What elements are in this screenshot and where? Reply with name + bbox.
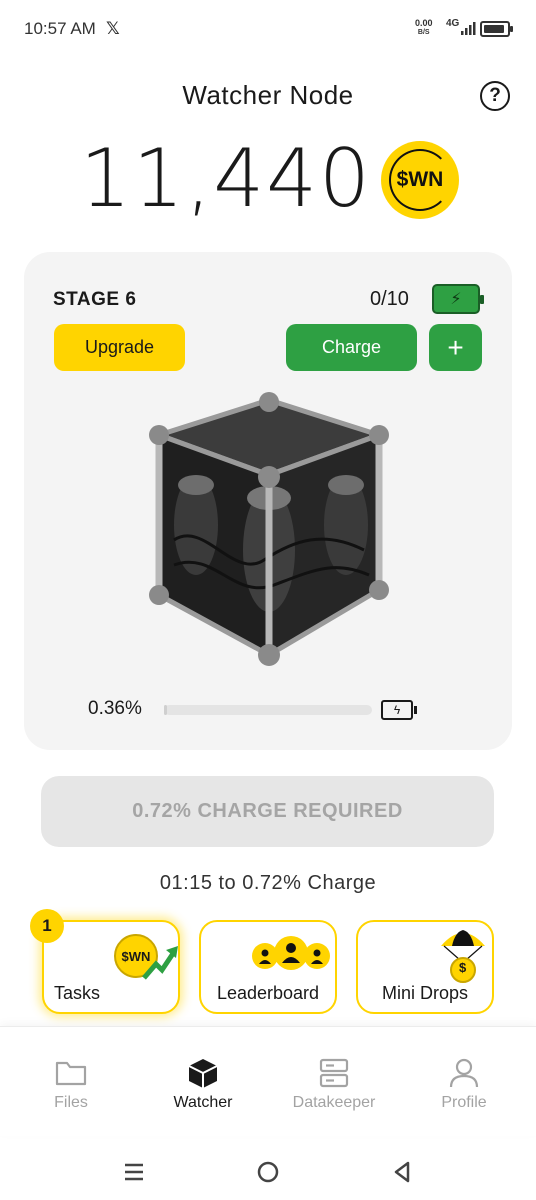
network-type: 4G bbox=[446, 18, 460, 29]
wn-coin-icon: $WN bbox=[381, 141, 459, 219]
x-app-icon: 𝕏 bbox=[106, 19, 120, 38]
battery-charging-icon: ⚡ bbox=[432, 284, 484, 314]
leaderboard-label: Leaderboard bbox=[216, 983, 320, 1003]
charge-required-button[interactable]: 0.72% CHARGE REQUIRED bbox=[41, 776, 494, 847]
status-bar: 10:57 AM 𝕏 0.00 B/S 4G bbox=[0, 0, 536, 60]
nav-item-files[interactable]: Files bbox=[4, 1027, 138, 1127]
mini-drop-coin-label: $ bbox=[459, 960, 467, 975]
network-speed-value: 0.00 bbox=[415, 18, 433, 28]
help-icon[interactable]: ? bbox=[480, 81, 510, 111]
cube-icon bbox=[188, 1059, 218, 1088]
nav-item-datakeeper[interactable]: Datakeeper bbox=[267, 1027, 401, 1127]
nav-label: Profile bbox=[441, 1094, 487, 1111]
status-time: 10:57 AM bbox=[24, 19, 96, 38]
nav-label: Datakeeper bbox=[292, 1094, 376, 1111]
home-icon[interactable] bbox=[254, 1158, 282, 1186]
progress-bar bbox=[164, 705, 372, 715]
parachute-coin-icon bbox=[441, 930, 485, 983]
progress-bar-fill bbox=[164, 705, 168, 715]
battery-bolt-icon: ϟ bbox=[381, 700, 417, 720]
charge-count: 0/10 bbox=[370, 288, 409, 310]
signal-icon bbox=[461, 22, 476, 35]
network-speed-unit: B/S bbox=[417, 29, 430, 36]
nav-label: Files bbox=[54, 1094, 88, 1111]
tasks-badge: 1 bbox=[30, 909, 64, 943]
nav-label: Watcher bbox=[173, 1094, 233, 1111]
recent-apps-icon[interactable] bbox=[120, 1158, 148, 1186]
page-title: Watcher Node bbox=[182, 80, 354, 110]
upgrade-button[interactable]: Upgrade bbox=[54, 324, 185, 371]
charge-button[interactable]: Charge bbox=[286, 324, 417, 371]
person-icon bbox=[449, 1058, 479, 1088]
token-balance: 11,440 bbox=[80, 132, 372, 225]
progress-percent: 0.36% bbox=[88, 698, 142, 719]
add-charge-button[interactable]: + bbox=[429, 324, 482, 371]
node-card: STAGE 6 0/10 ⚡ Upgrade Charge + 0.36% ϟ bbox=[24, 252, 512, 750]
nav-item-watcher[interactable]: Watcher bbox=[136, 1027, 270, 1127]
mini-drops-label: Mini Drops bbox=[381, 983, 469, 1003]
trend-up-icon bbox=[142, 946, 178, 980]
mini-drops-tile[interactable]: $ Mini Drops bbox=[356, 920, 494, 1014]
coin-label: $WN bbox=[396, 168, 444, 191]
back-icon[interactable] bbox=[388, 1158, 416, 1186]
people-icon bbox=[252, 936, 330, 970]
system-nav-bar bbox=[0, 1140, 536, 1200]
watcher-node-image bbox=[149, 392, 389, 666]
folder-icon bbox=[55, 1061, 87, 1086]
tasks-label: Tasks bbox=[54, 983, 101, 1003]
bottom-nav: Files Watcher Datakeeper Profile bbox=[0, 1026, 536, 1136]
nav-item-profile[interactable]: Profile bbox=[397, 1027, 531, 1127]
tasks-tile[interactable]: $WN Tasks bbox=[42, 920, 180, 1014]
charge-timer: 01:15 to 0.72% Charge bbox=[159, 872, 377, 894]
stage-label: STAGE 6 bbox=[53, 289, 137, 310]
network-speed: 0.00 B/S bbox=[415, 18, 433, 38]
leaderboard-tile[interactable]: Leaderboard bbox=[199, 920, 337, 1014]
server-icon bbox=[319, 1058, 349, 1088]
battery-status-icon bbox=[480, 21, 513, 37]
